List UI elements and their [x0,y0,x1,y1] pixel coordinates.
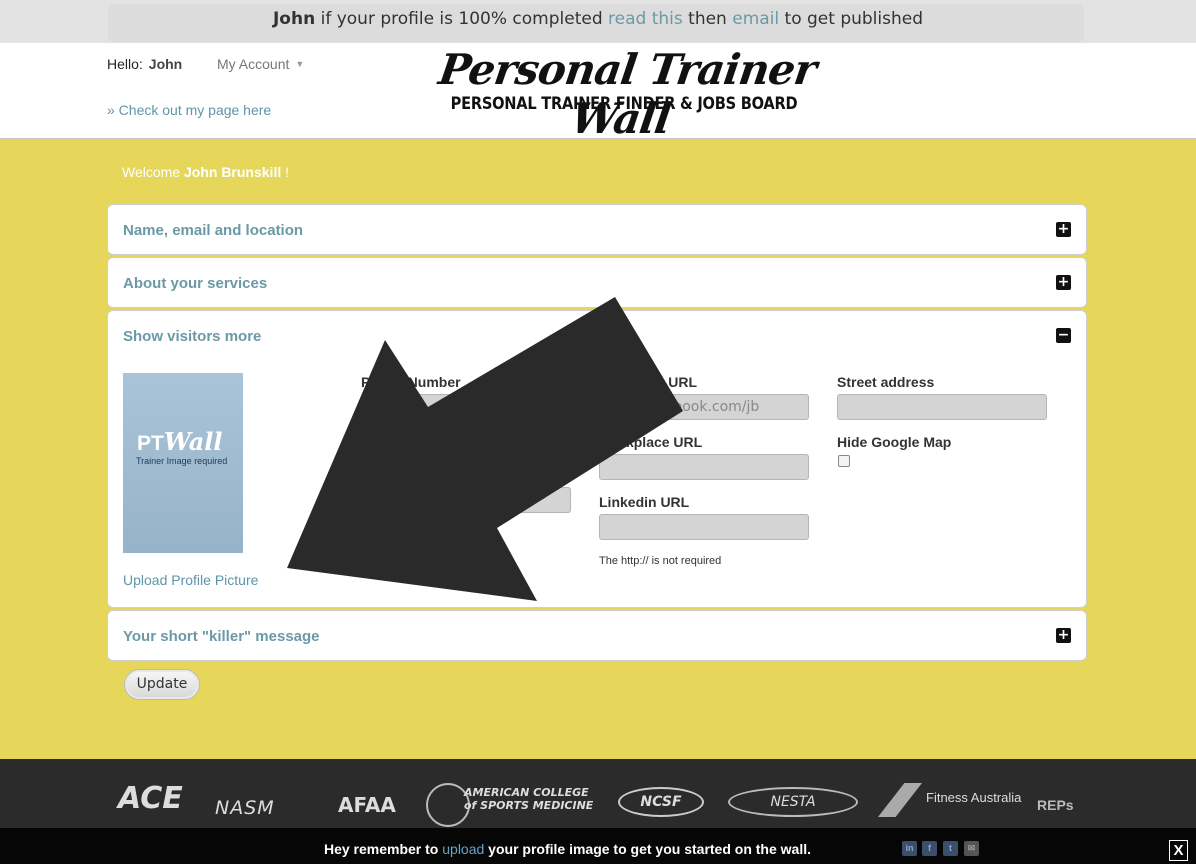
caret-down-icon: ▼ [295,59,305,69]
twitter-icon[interactable]: t [943,841,958,856]
ptwall-logo: PTWall [137,427,223,456]
hide-google-map-label: Hide Google Map [837,434,952,450]
extra-field[interactable] [361,487,571,513]
acsm-logo: AMERICAN COLLEGE of SPORTS MEDICINE [464,786,594,812]
upload-reminder-bar: Hey remember to upload your profile imag… [0,828,1196,864]
linkedin-icon[interactable]: in [902,841,917,856]
panel-about-services[interactable]: About your services + [107,257,1087,308]
welcome-suffix: ! [281,164,289,180]
facebook-url-label: Facebook URL [599,374,698,390]
panel-title[interactable]: Your short "killer" message [123,628,320,645]
completion-message: John if your profile is 100% completed r… [0,9,1196,29]
linkedin-url-field[interactable] [599,514,809,540]
message-text: then [682,9,733,29]
user-name: John [272,9,316,29]
url-note: The http:// is not required [599,555,722,567]
profile-completion-bar: John if your profile is 100% completed r… [0,0,1196,43]
fitness-australia-logo: Fitness Australia [926,790,1022,805]
workplace-url-label: Workplace URL [599,434,703,450]
reps-logo: REPs [1037,797,1074,813]
image-required-caption: Trainer Image required [136,456,228,466]
logo-pt: PT [137,432,164,455]
expand-icon[interactable]: + [1056,222,1071,237]
collapse-icon[interactable]: − [1056,328,1071,343]
hello-label: Hello: [107,56,143,72]
panel-title[interactable]: Show visitors more [123,328,261,345]
site-tagline: PERSONAL TRAINER FINDER & JOBS BOARD [450,94,798,114]
close-button[interactable]: X [1169,840,1188,861]
ace-logo: ACE [118,781,183,816]
phone-number-field[interactable] [361,394,571,420]
street-address-field[interactable] [837,394,1047,420]
phone-number-label: Phone Number [361,374,461,390]
welcome-prefix: Welcome [122,164,184,180]
hide-google-map-checkbox[interactable] [838,455,850,467]
afaa-logo: AFAA [338,793,396,817]
nesta-logo: NESTA [728,787,858,817]
facebook-icon[interactable]: f [922,841,937,856]
reminder-text: your profile image to get you started on… [484,841,812,857]
hello-name: John [148,56,183,72]
message-text: to get published [779,9,924,29]
upload-link[interactable]: upload [442,841,484,857]
expand-icon[interactable]: + [1056,275,1071,290]
upload-profile-picture-link[interactable]: Upload Profile Picture [123,572,258,588]
welcome-message: Welcome John Brunskill ! [122,164,289,180]
expand-icon[interactable]: + [1056,628,1071,643]
workplace-url-field[interactable] [599,454,809,480]
logo-wall: Wall [163,427,223,456]
panel-show-visitors-more: Show visitors more − PTWall Trainer Imag… [107,310,1087,608]
ncsf-logo: NCSF [618,787,704,817]
welcome-name: John Brunskill [183,164,282,180]
linkedin-url-label: Linkedin URL [599,494,690,510]
check-my-page-link[interactable]: » Check out my page here [107,102,271,118]
panel-title[interactable]: Name, email and location [123,222,303,239]
email-icon[interactable]: ✉ [964,841,979,856]
site-header: Hello: John My Account ▼ » Check out my pa… [0,43,1196,143]
partner-logos: ACE NASM AFAA AMERICAN COLLEGE of SPORTS… [110,773,1100,829]
my-account-label: My Account [217,56,290,72]
email-link[interactable]: email [732,9,779,29]
reminder-text: Hey remember to [323,841,443,857]
street-address-label: Street address [837,374,935,390]
fitness-australia-mark-icon [878,783,922,817]
facebook-url-field[interactable]: www.facebook.com/jb [599,394,809,420]
panel-killer-message[interactable]: Your short "killer" message + [107,610,1087,661]
greeting: Hello: John [107,56,182,72]
nasm-logo: NASM [215,797,275,819]
update-button[interactable]: Update [125,670,199,699]
panel-name-email-location[interactable]: Name, email and location + [107,204,1087,255]
message-text: if your profile is 100% completed [315,9,609,29]
read-this-link[interactable]: read this [608,9,683,29]
panel-title[interactable]: About your services [123,275,267,292]
profile-picture-placeholder: PTWall Trainer Image required [123,373,243,553]
my-account-menu[interactable]: My Account ▼ [217,56,304,72]
